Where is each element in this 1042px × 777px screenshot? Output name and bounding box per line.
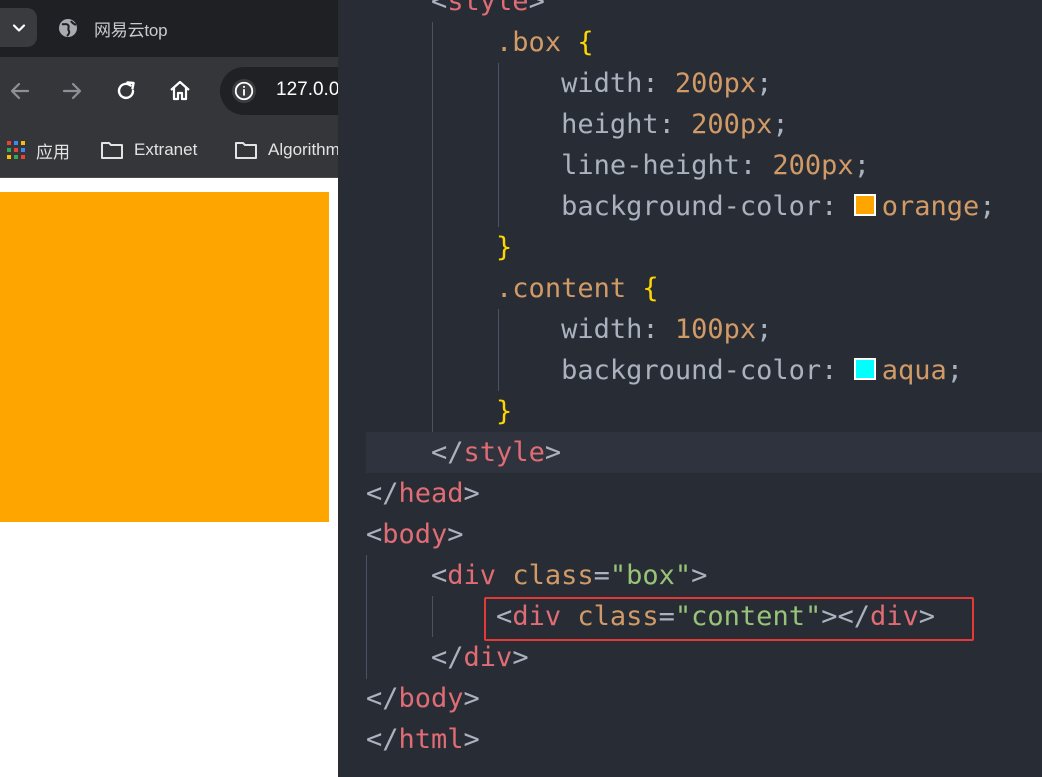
css-property: line-height bbox=[561, 150, 740, 181]
css-value: 200px bbox=[674, 68, 757, 99]
folder-icon bbox=[100, 140, 124, 160]
bookmarks-bar: 应用 Extranet Algorithm bbox=[0, 125, 338, 178]
code-line: background-color: orange; bbox=[561, 191, 996, 222]
tag-name: body bbox=[382, 519, 448, 550]
code-line: .content { bbox=[496, 273, 659, 304]
forward-button[interactable] bbox=[60, 79, 84, 103]
home-icon bbox=[170, 80, 190, 101]
page-viewport bbox=[0, 178, 338, 777]
tag-name: head bbox=[398, 478, 464, 509]
tag-name: div bbox=[447, 560, 497, 591]
tag-name: style bbox=[463, 437, 545, 468]
code-line: } bbox=[496, 232, 513, 263]
css-property: width bbox=[561, 314, 643, 345]
bookmark-folder-algorithm[interactable]: Algorithm bbox=[234, 137, 338, 163]
bookmark-folder-extranet[interactable]: Extranet bbox=[100, 137, 197, 163]
css-value: aqua bbox=[881, 355, 947, 386]
tag-name: style bbox=[447, 0, 529, 17]
css-property: height bbox=[561, 109, 659, 140]
css-property: background-color bbox=[561, 191, 822, 222]
apps-grid-icon bbox=[6, 140, 26, 160]
bookmark-apps[interactable]: 应用 bbox=[6, 137, 70, 163]
code-line: <style> bbox=[366, 0, 545, 22]
tag-name: body bbox=[398, 683, 464, 714]
site-info-icon[interactable] bbox=[232, 79, 256, 103]
bookmark-label: Extranet bbox=[134, 140, 198, 159]
color-swatch-aqua[interactable] bbox=[853, 357, 876, 380]
attr-value: "box" bbox=[609, 560, 692, 591]
color-swatch-orange[interactable] bbox=[853, 193, 876, 216]
tab-search-button[interactable] bbox=[0, 8, 37, 47]
css-value: 200px bbox=[691, 109, 773, 140]
code-line: </div> bbox=[366, 642, 529, 673]
chevron-down-icon bbox=[12, 23, 25, 32]
browser-tab[interactable]: 网易云top bbox=[58, 16, 168, 40]
css-selector: .box bbox=[496, 27, 562, 58]
code-editor[interactable]: <style> .box { width: 200px; height: 200… bbox=[338, 0, 1042, 777]
code-line: } bbox=[496, 396, 513, 427]
css-value: orange bbox=[881, 191, 980, 222]
arrow-left-icon bbox=[10, 82, 30, 100]
code-line: <div class="box"> bbox=[366, 560, 708, 591]
code-line: .box { bbox=[496, 27, 594, 58]
code-line: </body> bbox=[366, 683, 480, 714]
home-button[interactable] bbox=[168, 79, 192, 103]
tab-title: 网易云top bbox=[94, 20, 168, 40]
reload-button[interactable] bbox=[114, 79, 138, 103]
code-line: <body> bbox=[366, 519, 464, 550]
code-line: </head> bbox=[366, 478, 480, 509]
tag-name: html bbox=[398, 724, 464, 755]
css-selector: .content bbox=[496, 273, 627, 304]
tag-name: div bbox=[463, 642, 513, 673]
css-value: 200px bbox=[772, 150, 854, 181]
tab-bar: 网易云top bbox=[0, 0, 338, 57]
globe-icon bbox=[58, 18, 78, 38]
browser-toolbar: 127.0.0.1 bbox=[0, 57, 338, 125]
code-line: height: 200px; bbox=[561, 109, 789, 140]
attr-name: class bbox=[512, 560, 594, 591]
bookmark-label: Algorithm bbox=[268, 140, 338, 159]
code-line: </style> bbox=[366, 437, 562, 468]
url-text[interactable]: 127.0.0.1 bbox=[276, 79, 338, 101]
browser-window: 网易云top 127.0.0.1 bbox=[0, 0, 338, 777]
highlight-annotation-box bbox=[484, 597, 974, 641]
css-property: background-color bbox=[561, 355, 822, 386]
reload-icon bbox=[117, 81, 135, 100]
back-button[interactable] bbox=[8, 79, 32, 103]
code-line: background-color: aqua; bbox=[561, 355, 963, 386]
code-line: width: 100px; bbox=[561, 314, 773, 345]
css-value: 100px bbox=[674, 314, 757, 345]
bookmark-label: 应用 bbox=[36, 142, 70, 162]
code-line: line-height: 200px; bbox=[561, 150, 870, 181]
css-property: width bbox=[561, 68, 643, 99]
address-bar[interactable]: 127.0.0.1 bbox=[220, 67, 338, 115]
code-line: width: 200px; bbox=[561, 68, 773, 99]
folder-icon bbox=[234, 140, 258, 160]
rendered-box bbox=[0, 192, 329, 522]
arrow-right-icon bbox=[62, 82, 82, 100]
code-line: </html> bbox=[366, 724, 480, 755]
